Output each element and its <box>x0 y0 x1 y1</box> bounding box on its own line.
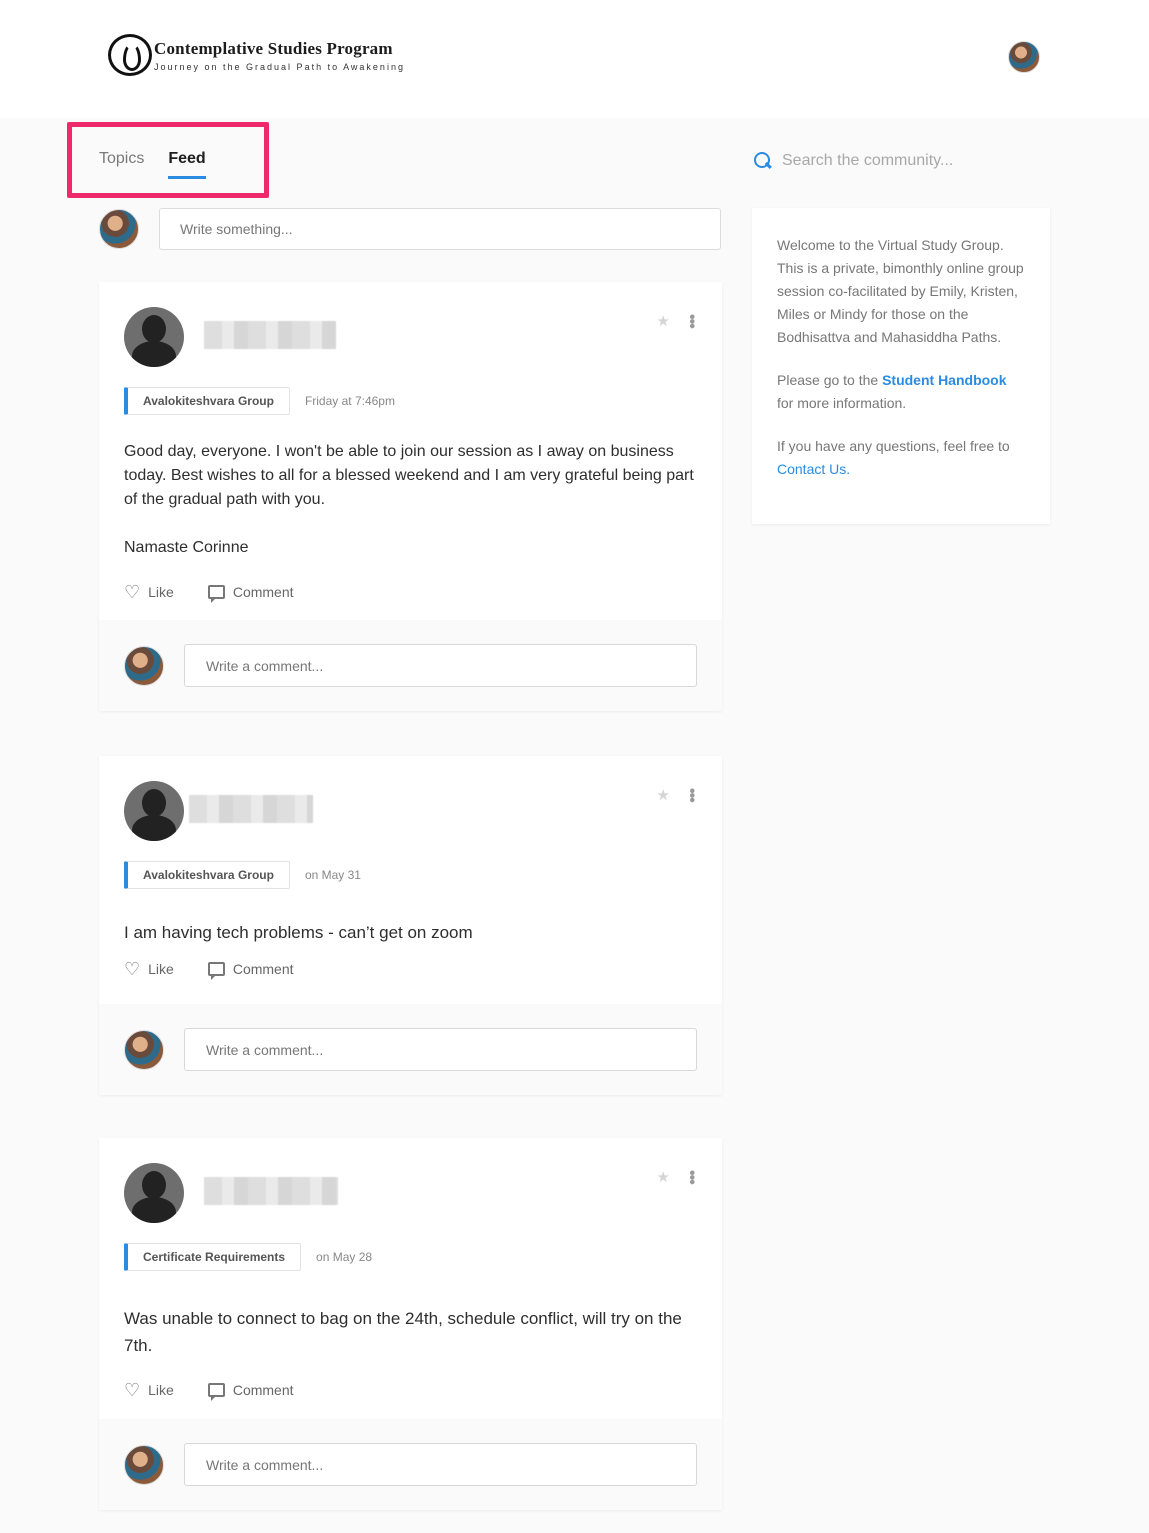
comment-row: Write a comment... <box>99 1004 722 1095</box>
heart-icon: ♡ <box>124 959 141 979</box>
community-search <box>752 150 1042 172</box>
site-logo[interactable]: Contemplative Studies Program Journey on… <box>108 34 405 76</box>
feed-post: ★ ••• Avalokiteshvara Group Friday at 7:… <box>99 282 722 711</box>
author-avatar-icon[interactable] <box>124 781 184 841</box>
post-paragraph: Was unable to connect to bag on the 24th… <box>124 1309 682 1355</box>
comment-button[interactable]: Comment <box>207 1380 294 1401</box>
search-input[interactable] <box>782 152 1042 170</box>
post-body: Good day, everyone. I won't be able to j… <box>99 415 722 560</box>
comment-row: Write a comment... <box>99 1419 722 1510</box>
group-tag[interactable]: Avalokiteshvara Group <box>124 861 290 889</box>
comment-button[interactable]: Comment <box>207 582 294 603</box>
group-tag[interactable]: Avalokiteshvara Group <box>124 387 290 415</box>
welcome-text: Welcome to the Virtual Study Group. This… <box>777 237 1024 345</box>
group-tag[interactable]: Certificate Requirements <box>124 1243 302 1271</box>
post-paragraph: Good day, everyone. I won't be able to j… <box>124 443 694 508</box>
star-icon[interactable]: ★ <box>657 786 670 804</box>
comment-input[interactable]: Write a comment... <box>184 1028 697 1071</box>
author-name-blurred[interactable] <box>204 321 336 349</box>
logo-title: Contemplative Studies Program <box>154 38 393 58</box>
logo-subtitle: Journey on the Gradual Path to Awakening <box>154 61 405 72</box>
welcome-card: Welcome to the Virtual Study Group. This… <box>752 208 1050 524</box>
star-icon[interactable]: ★ <box>657 312 670 330</box>
comment-button[interactable]: Comment <box>207 959 294 980</box>
comment-input[interactable]: Write a comment... <box>184 1443 697 1486</box>
post-body: I am having tech problems - can’t get on… <box>99 889 722 945</box>
author-avatar-icon[interactable] <box>124 1163 184 1223</box>
contact-text: If you have any questions, feel free to … <box>777 438 1010 477</box>
author-avatar-icon[interactable] <box>124 307 184 367</box>
author-name-blurred[interactable] <box>189 795 313 823</box>
comment-row: Write a comment... <box>99 620 722 711</box>
user-avatar-icon[interactable] <box>1008 41 1040 73</box>
post-time[interactable]: Friday at 7:46pm <box>305 394 395 408</box>
feed-post: ★ ••• Avalokiteshvara Group on May 31 I … <box>99 756 722 1095</box>
more-options-icon[interactable]: ••• <box>682 1170 700 1184</box>
post-paragraph: I am having tech problems - can’t get on… <box>124 923 473 942</box>
contact-us-link[interactable]: Contact Us <box>777 461 846 477</box>
comment-icon <box>207 1383 225 1401</box>
comment-input[interactable]: Write a comment... <box>184 644 697 687</box>
star-icon[interactable]: ★ <box>657 1168 670 1186</box>
like-button[interactable]: ♡ Like <box>124 959 174 979</box>
comment-icon <box>207 962 225 980</box>
tabs-highlight-box <box>67 122 269 198</box>
post-time[interactable]: on May 28 <box>316 1250 372 1264</box>
more-options-icon[interactable]: ••• <box>682 788 700 802</box>
like-button[interactable]: ♡ Like <box>124 1380 174 1400</box>
user-avatar-icon <box>99 209 139 249</box>
more-options-icon[interactable]: ••• <box>682 314 700 328</box>
user-avatar-icon <box>124 1444 164 1485</box>
top-bar: Contemplative Studies Program Journey on… <box>0 0 1149 118</box>
logo-flame-icon <box>108 34 152 76</box>
heart-icon: ♡ <box>124 1380 141 1400</box>
feed-post: ★ ••• Certificate Requirements on May 28… <box>99 1138 722 1510</box>
post-composer: Write something... <box>99 208 721 250</box>
search-icon[interactable] <box>752 150 774 172</box>
user-avatar-icon <box>124 645 164 686</box>
post-paragraph: Namaste Corinne <box>124 539 249 556</box>
user-avatar-icon <box>124 1029 164 1070</box>
post-body: Was unable to connect to bag on the 24th… <box>99 1271 722 1359</box>
student-handbook-link[interactable]: Student Handbook <box>882 372 1006 388</box>
write-something-input[interactable]: Write something... <box>159 208 721 250</box>
like-button[interactable]: ♡ Like <box>124 582 174 602</box>
handbook-text: Please go to the Student Handbook for mo… <box>777 372 1007 411</box>
post-time[interactable]: on May 31 <box>305 868 361 882</box>
heart-icon: ♡ <box>124 582 141 602</box>
comment-icon <box>207 585 225 603</box>
author-name-blurred[interactable] <box>204 1177 338 1205</box>
